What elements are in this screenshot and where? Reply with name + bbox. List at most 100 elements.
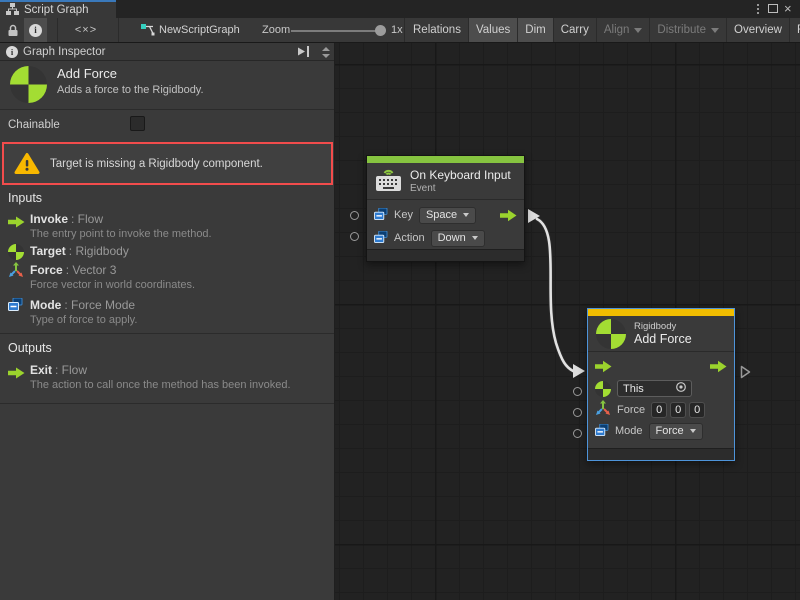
force-z-input[interactable]: 0 — [689, 402, 705, 418]
toolbar-separator — [57, 18, 58, 42]
enum-icon — [8, 298, 25, 314]
rigidbody-icon — [10, 66, 47, 103]
dock-panel-icon[interactable] — [297, 46, 310, 60]
output-item-desc: The action to call once the method has b… — [30, 379, 291, 391]
chevron-down-icon — [472, 236, 478, 240]
rigidbody-icon — [596, 319, 626, 349]
flow-row — [588, 355, 734, 378]
key-row: Key Space — [367, 203, 524, 227]
action-label: Action — [394, 232, 425, 244]
force-x-input[interactable]: 0 — [651, 402, 667, 418]
node-header: On Keyboard Input Event — [367, 163, 524, 200]
toolbar-button-relations[interactable]: Relations — [406, 18, 468, 42]
mode-label: Mode — [615, 425, 643, 437]
node-category: Rigidbody — [634, 321, 692, 332]
section-divider — [0, 403, 334, 404]
mode-dropdown[interactable]: Force — [649, 423, 703, 440]
force-label: Force — [617, 404, 645, 416]
zoom-value: 1x — [391, 24, 403, 36]
graph-name-breadcrumb[interactable]: NewScriptGraph — [159, 24, 240, 36]
graph-canvas[interactable]: On Keyboard Input Event Key Space — [335, 43, 800, 600]
zoom-slider-handle[interactable] — [375, 25, 386, 36]
input-item-mode: Mode: Force Mode — [30, 298, 135, 312]
value-port[interactable] — [573, 408, 582, 417]
node-title: Add Force — [634, 332, 692, 346]
flow-arrow-icon — [8, 367, 25, 382]
key-dropdown[interactable]: Space — [419, 207, 476, 224]
value-port[interactable] — [573, 429, 582, 438]
section-divider — [0, 333, 334, 334]
unit-summary: Add Force Adds a force to the Rigidbody. — [0, 61, 334, 110]
chevron-down-icon — [463, 213, 469, 217]
info-icon: i — [6, 46, 18, 58]
node-title: On Keyboard Input — [410, 168, 511, 182]
chevron-down-icon — [634, 28, 642, 33]
value-port[interactable] — [573, 387, 582, 396]
maximize-icon[interactable] — [768, 4, 778, 13]
node-subtitle: Event — [410, 183, 511, 194]
toolbar-button-carry[interactable]: Carry — [553, 18, 596, 42]
flow-output-port[interactable] — [710, 360, 727, 373]
lock-icon[interactable] — [7, 24, 19, 40]
keyboard-input-icon — [375, 168, 402, 195]
target-object-field[interactable]: This — [617, 380, 692, 397]
input-item-desc: The entry point to invoke the method. — [30, 228, 212, 240]
value-port[interactable] — [350, 211, 359, 220]
node-on-keyboard-input[interactable]: On Keyboard Input Event Key Space — [366, 155, 525, 262]
flow-output-port[interactable] — [500, 209, 517, 222]
key-label: Key — [394, 209, 413, 221]
script-graph-asset-icon — [141, 24, 155, 40]
scroll-up-icon[interactable] — [322, 47, 330, 51]
flow-wire-end-cap[interactable] — [573, 364, 585, 378]
unit-title: Add Force — [57, 66, 117, 81]
zoom-label: Zoom — [262, 24, 290, 36]
mode-row: Mode Force — [588, 420, 734, 442]
chainable-label: Chainable — [8, 119, 60, 131]
toolbar-button-dim[interactable]: Dim — [517, 18, 552, 42]
chevron-down-icon — [711, 28, 719, 33]
object-picker-icon[interactable] — [675, 381, 687, 396]
rigidbody-icon — [595, 381, 611, 397]
action-dropdown[interactable]: Down — [431, 230, 485, 247]
flow-wire-start-cap[interactable] — [528, 209, 540, 223]
enum-icon — [595, 424, 609, 439]
input-item-desc: Force vector in world coordinates. — [30, 279, 195, 291]
chevron-down-icon — [690, 429, 696, 433]
tab-title: Script Graph — [24, 4, 89, 16]
warning-text: Target is missing a Rigidbody component. — [50, 158, 263, 170]
code-view-button[interactable]: <×> — [68, 18, 104, 42]
action-row: Action Down — [367, 227, 524, 249]
inputs-header: Inputs — [8, 191, 42, 205]
flow-input-port[interactable] — [595, 360, 612, 373]
toolbar-button-distribute[interactable]: Distribute — [649, 18, 726, 42]
script-graph-window: Script Graph × i <×> NewScriptGraph Zoom… — [0, 0, 800, 600]
input-item-desc: Type of force to apply. — [30, 314, 137, 326]
force-row: Force 0 0 0 — [588, 399, 734, 420]
toolbar-button-align[interactable]: Align — [596, 18, 650, 42]
node-add-force[interactable]: Rigidbody Add Force This — [587, 308, 735, 461]
scroll-down-icon[interactable] — [322, 54, 330, 58]
inspector-toggle-button[interactable]: i — [24, 18, 47, 42]
tab-script-graph[interactable]: Script Graph — [0, 0, 116, 18]
flow-arrow-icon — [8, 216, 25, 231]
chainable-checkbox[interactable] — [130, 116, 145, 131]
value-port[interactable] — [350, 232, 359, 241]
toolbar-button-overview[interactable]: Overview — [726, 18, 789, 42]
menu-kebab-icon[interactable] — [752, 2, 764, 16]
inspector-title: Graph Inspector — [23, 46, 105, 58]
close-icon[interactable]: × — [784, 1, 792, 17]
unit-description: Adds a force to the Rigidbody. — [57, 84, 204, 96]
info-icon: i — [29, 24, 42, 37]
input-item-target: Target: Rigidbody — [30, 244, 129, 258]
input-item-invoke: Invoke: Flow — [30, 212, 103, 226]
inspector-header: i Graph Inspector — [0, 43, 334, 61]
toolbar-separator — [118, 18, 119, 42]
force-y-input[interactable]: 0 — [670, 402, 686, 418]
event-node-colorbar — [367, 156, 524, 163]
flow-output-stub[interactable] — [740, 365, 751, 382]
vector3-icon — [8, 262, 25, 281]
zoom-slider[interactable] — [291, 30, 385, 32]
toolbar-button-values[interactable]: Values — [468, 18, 517, 42]
toolbar-button-fullscreen[interactable]: Full S — [789, 18, 800, 42]
enum-icon — [374, 231, 388, 246]
